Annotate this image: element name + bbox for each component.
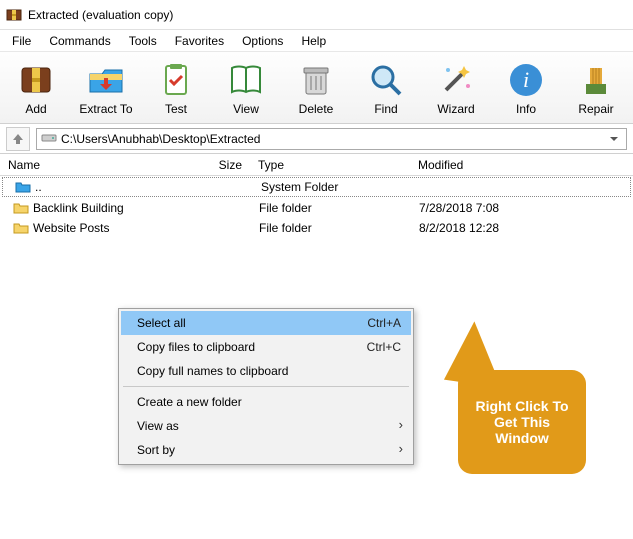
brush-icon [576, 60, 616, 100]
test-label: Test [165, 102, 187, 116]
row-type: System Folder [253, 180, 413, 194]
column-header: Name Size Type Modified [0, 154, 633, 176]
add-label: Add [25, 102, 46, 116]
context-menu: Select all Ctrl+A Copy files to clipboar… [118, 308, 414, 465]
delete-label: Delete [299, 102, 334, 116]
path-bar: C:\Users\Anubhab\Desktop\Extracted [0, 124, 633, 154]
row-name: .. [35, 180, 42, 194]
drive-icon [41, 129, 57, 148]
path-dropdown-icon[interactable] [606, 131, 622, 147]
wand-icon [436, 60, 476, 100]
window-title: Extracted (evaluation copy) [28, 8, 173, 22]
row-name: Backlink Building [33, 201, 124, 215]
repair-label: Repair [578, 102, 613, 116]
view-label: View [233, 102, 259, 116]
find-button[interactable]: Find [358, 57, 414, 119]
row-type: File folder [251, 201, 411, 215]
col-size[interactable]: Size [180, 158, 250, 172]
up-button[interactable] [6, 127, 30, 151]
row-type: File folder [251, 221, 411, 235]
ctx-shortcut: Ctrl+A [367, 316, 401, 330]
parent-folder-row[interactable]: .. System Folder [2, 177, 631, 197]
ctx-shortcut: Ctrl+C [367, 340, 401, 354]
col-modified[interactable]: Modified [410, 158, 633, 172]
table-row[interactable]: Backlink Building File folder 7/28/2018 … [0, 198, 633, 218]
ctx-copy-files[interactable]: Copy files to clipboard Ctrl+C [121, 335, 411, 359]
title-bar: Extracted (evaluation copy) [0, 0, 633, 30]
path-field[interactable]: C:\Users\Anubhab\Desktop\Extracted [36, 128, 627, 150]
ctx-label: Select all [137, 316, 367, 330]
repair-button[interactable]: Repair [568, 57, 624, 119]
row-modified: 7/28/2018 7:08 [411, 201, 632, 215]
callout-text: Right Click To Get This Window [466, 398, 578, 446]
menu-bar: File Commands Tools Favorites Options He… [0, 30, 633, 52]
archive-icon [16, 60, 56, 100]
find-label: Find [374, 102, 397, 116]
ctx-create-folder[interactable]: Create a new folder [121, 390, 411, 414]
ctx-label: Create a new folder [137, 395, 401, 409]
menu-file[interactable]: File [4, 32, 39, 50]
delete-button[interactable]: Delete [288, 57, 344, 119]
callout-bubble: Right Click To Get This Window [458, 370, 586, 474]
file-list: .. System Folder Backlink Building File … [0, 177, 633, 238]
table-row[interactable]: Website Posts File folder 8/2/2018 12:28 [0, 218, 633, 238]
app-icon [6, 7, 22, 23]
extract-to-label: Extract To [79, 102, 132, 116]
parent-folder-icon [15, 179, 31, 195]
ctx-label: Copy files to clipboard [137, 340, 367, 354]
folder-arrow-icon [86, 60, 126, 100]
path-text: C:\Users\Anubhab\Desktop\Extracted [61, 132, 602, 146]
svg-text:i: i [523, 67, 529, 92]
folder-icon [13, 200, 29, 216]
info-label: Info [516, 102, 536, 116]
menu-tools[interactable]: Tools [121, 32, 165, 50]
ctx-label: Sort by [137, 443, 401, 457]
menu-commands[interactable]: Commands [41, 32, 118, 50]
wizard-button[interactable]: Wizard [428, 57, 484, 119]
ctx-select-all[interactable]: Select all Ctrl+A [121, 311, 411, 335]
ctx-view-as[interactable]: View as [121, 414, 411, 438]
folder-icon [13, 220, 29, 236]
test-button[interactable]: Test [148, 57, 204, 119]
book-icon [226, 60, 266, 100]
menu-help[interactable]: Help [293, 32, 334, 50]
ctx-copy-full-names[interactable]: Copy full names to clipboard [121, 359, 411, 383]
view-button[interactable]: View [218, 57, 274, 119]
col-type[interactable]: Type [250, 158, 410, 172]
row-modified: 8/2/2018 12:28 [411, 221, 632, 235]
ctx-sort-by[interactable]: Sort by [121, 438, 411, 462]
clipboard-check-icon [156, 60, 196, 100]
magnifier-icon [366, 60, 406, 100]
extract-to-button[interactable]: Extract To [78, 57, 134, 119]
toolbar: Add Extract To Test View Delete Find W [0, 52, 633, 124]
ctx-label: View as [137, 419, 401, 433]
menu-favorites[interactable]: Favorites [167, 32, 232, 50]
add-button[interactable]: Add [8, 57, 64, 119]
info-icon: i [506, 60, 546, 100]
menu-options[interactable]: Options [234, 32, 291, 50]
ctx-separator [123, 386, 409, 387]
ctx-label: Copy full names to clipboard [137, 364, 401, 378]
info-button[interactable]: i Info [498, 57, 554, 119]
col-name[interactable]: Name [0, 158, 180, 172]
trash-icon [296, 60, 336, 100]
wizard-label: Wizard [437, 102, 474, 116]
row-name: Website Posts [33, 221, 109, 235]
